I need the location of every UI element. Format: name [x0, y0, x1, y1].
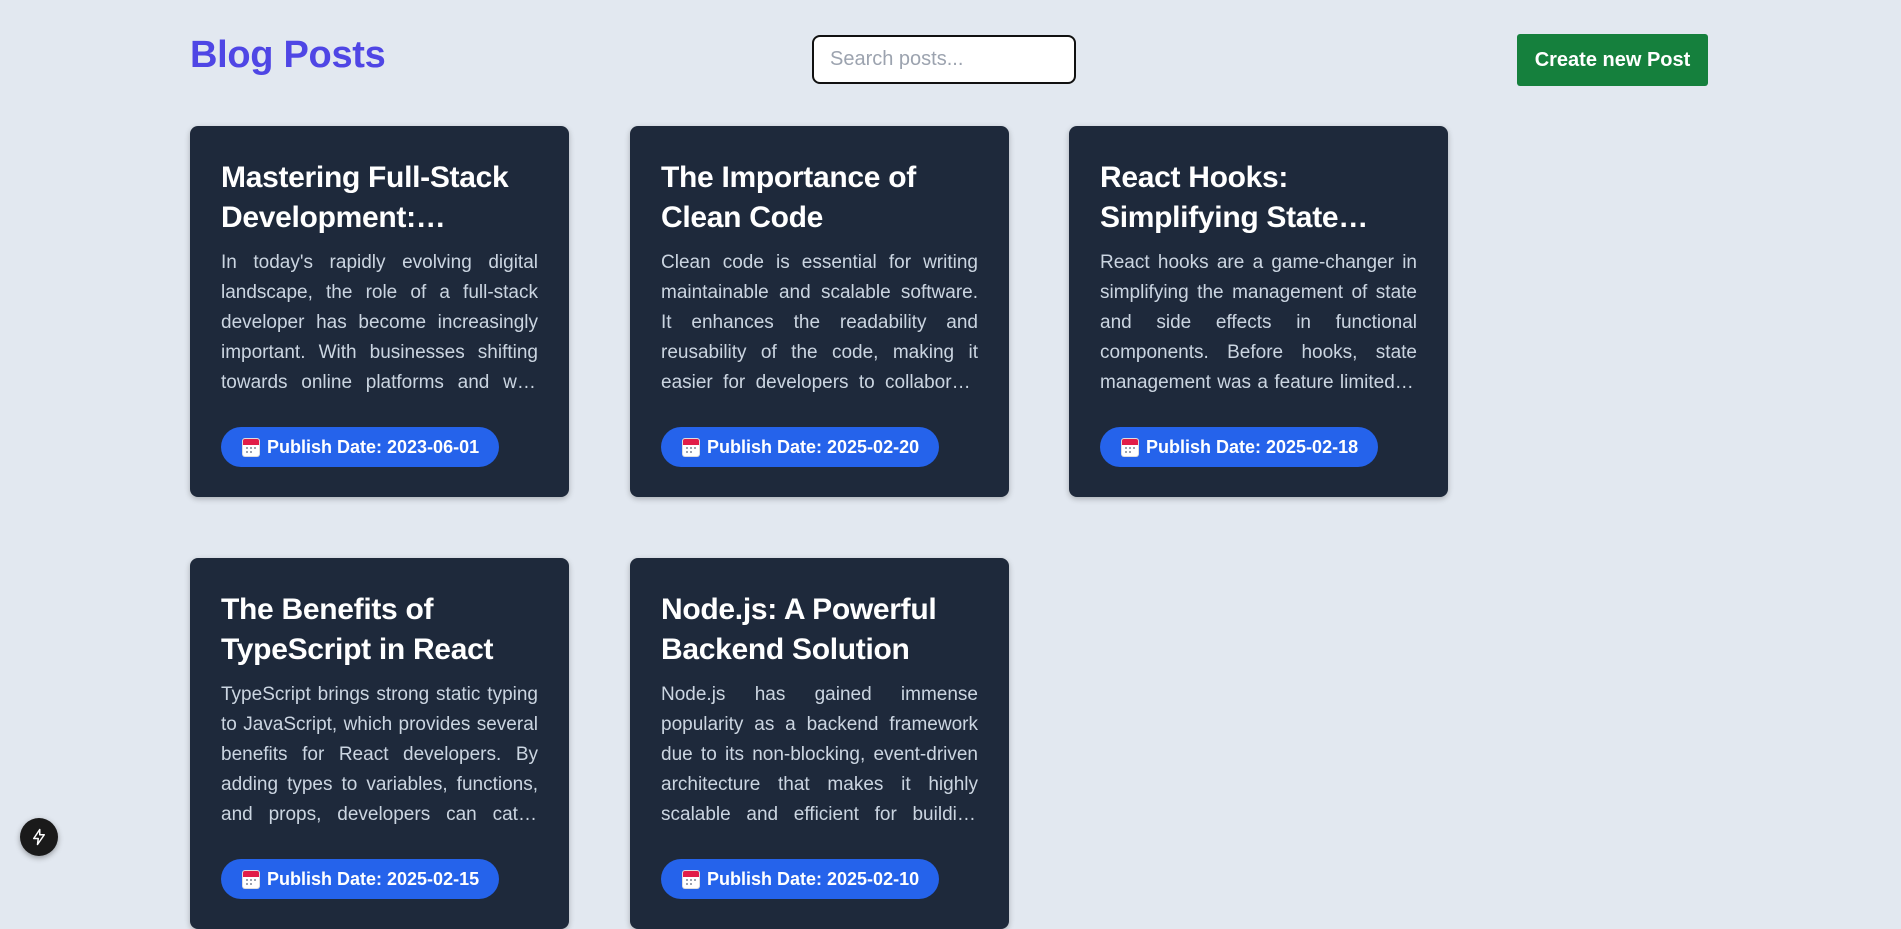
publish-date-badge: Publish Date: 2025-02-18	[1100, 427, 1379, 467]
publish-date: Publish Date: 2025-02-10	[707, 868, 920, 889]
publish-date-badge: Publish Date: 2025-02-15	[221, 859, 500, 899]
publish-date-badge: Publish Date: 2023-06-01	[221, 427, 500, 467]
create-post-button[interactable]: Create new Post	[1517, 34, 1708, 86]
post-title: Node.js: A Powerful Backend Solution	[661, 593, 937, 666]
post-excerpt: Node.js has gained immense popularity as…	[661, 684, 978, 825]
calendar-icon	[243, 438, 259, 456]
post-title: Mastering Full-Stack Development: Essent…	[221, 161, 509, 234]
dev-tools-button[interactable]	[20, 818, 58, 856]
publish-date-badge: Publish Date: 2025-02-20	[661, 427, 940, 467]
post-title: The Benefits of TypeScript in React	[221, 593, 494, 666]
publish-date: Publish Date: 2025-02-18	[1146, 436, 1359, 457]
page-header: Blog Posts Create new Post	[190, 28, 1709, 86]
post-excerpt: TypeScript brings strong static typing t…	[221, 684, 538, 825]
calendar-icon	[243, 870, 259, 888]
publish-date-badge: Publish Date: 2025-02-10	[661, 859, 940, 899]
publish-date: Publish Date: 2025-02-20	[707, 436, 920, 457]
search-input[interactable]	[812, 35, 1076, 84]
post-title: The Importance of Clean Code	[661, 161, 916, 234]
post-card[interactable]: The Importance of Clean Code Clean code …	[630, 126, 1009, 497]
post-card[interactable]: Node.js: A Powerful Backend Solution Nod…	[630, 558, 1009, 929]
calendar-icon	[683, 438, 699, 456]
post-card[interactable]: Mastering Full-Stack Development: Essent…	[190, 126, 569, 497]
post-title: React Hooks: Simplifying State Managemen…	[1100, 161, 1339, 234]
post-excerpt: React hooks are a game-changer in simpli…	[1100, 252, 1417, 393]
post-excerpt: Clean code is essential for writing main…	[661, 252, 978, 393]
calendar-icon	[683, 870, 699, 888]
publish-date: Publish Date: 2023-06-01	[267, 436, 480, 457]
page-title: Blog Posts	[190, 34, 386, 76]
calendar-icon	[1122, 438, 1138, 456]
post-card[interactable]: React Hooks: Simplifying State Managemen…	[1069, 126, 1448, 497]
post-excerpt: In today's rapidly evolving digital land…	[221, 252, 538, 393]
post-card[interactable]: The Benefits of TypeScript in React Type…	[190, 558, 569, 929]
lightning-icon	[33, 828, 45, 846]
publish-date: Publish Date: 2025-02-15	[267, 868, 480, 889]
